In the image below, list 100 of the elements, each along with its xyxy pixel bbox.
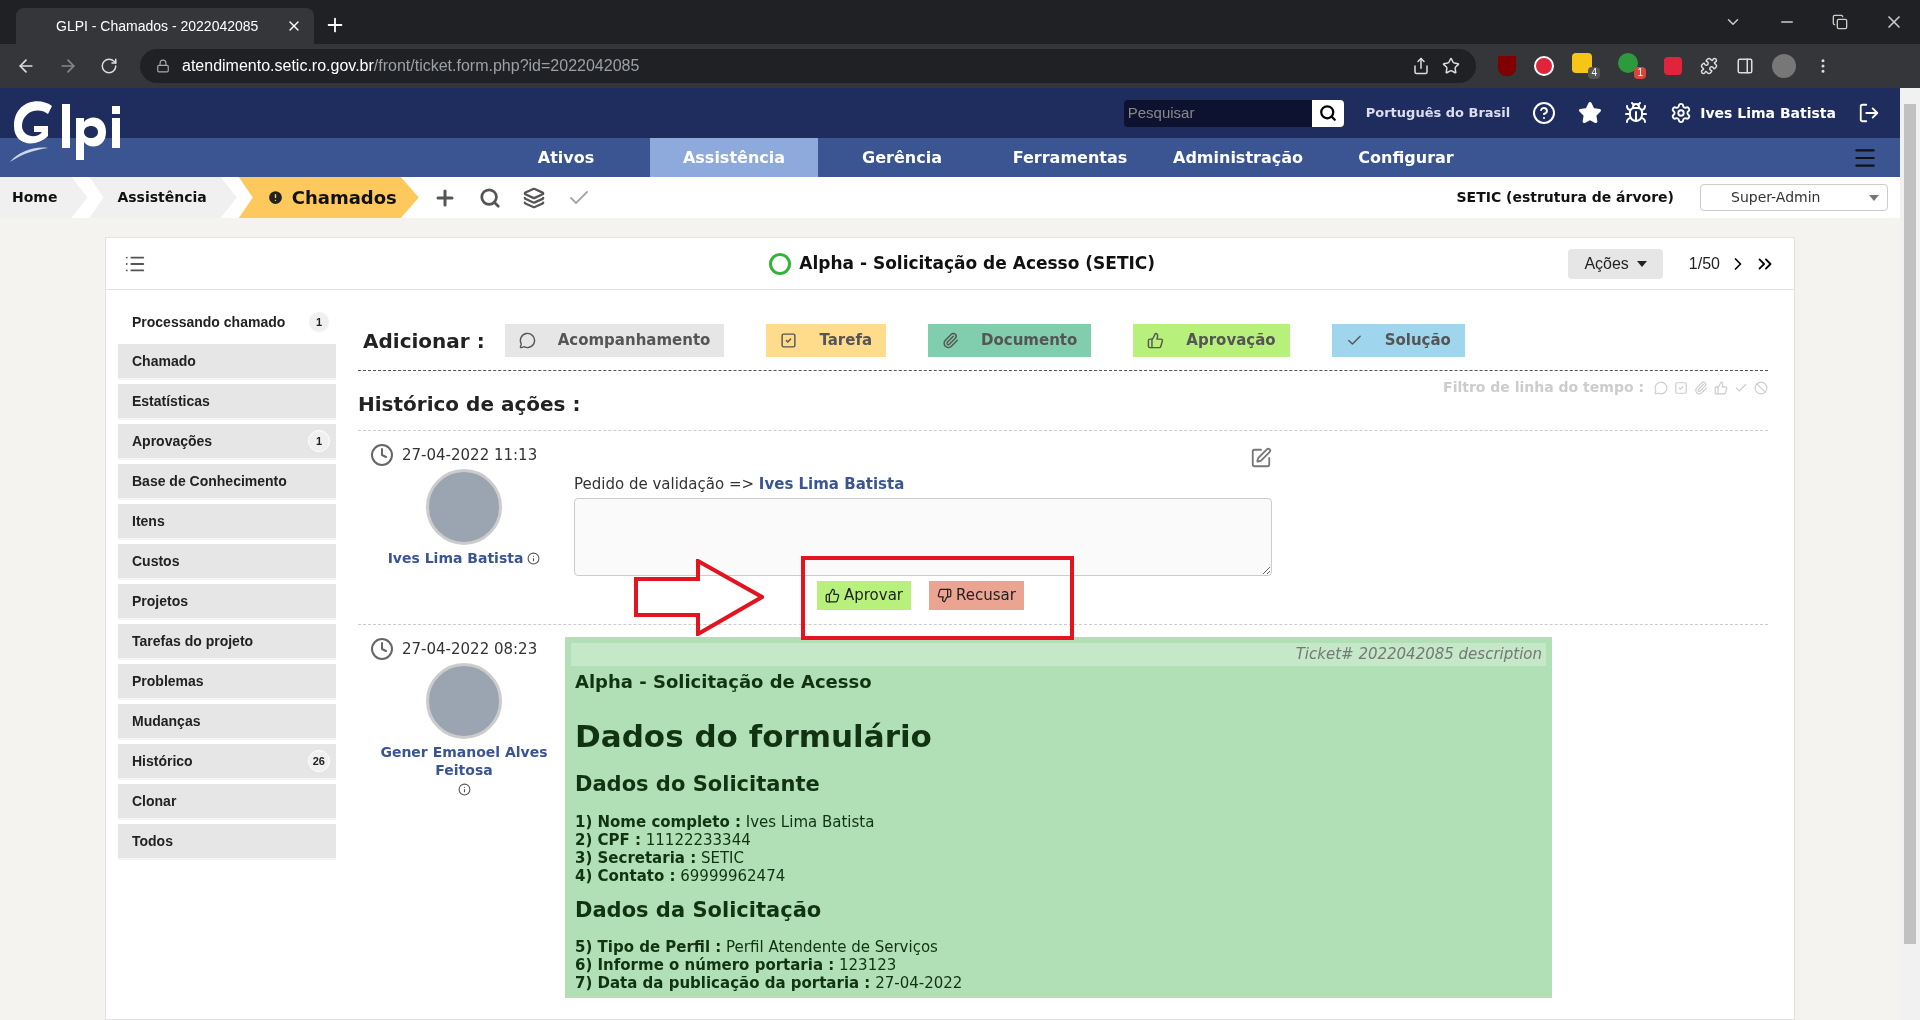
reload-icon[interactable] [100,57,118,75]
comment-field[interactable] [574,497,1272,576]
nav-menu-item[interactable]: Ativos [482,138,650,177]
add-label: Adicionar : [363,327,485,355]
entry-date: 27-04-2022 08:23 [402,638,538,660]
bug-icon[interactable] [1624,101,1649,125]
sidebar-tab[interactable]: Chamado [118,344,336,380]
sidebar-tab-label: Problemas [132,671,204,691]
info-icon [457,783,471,796]
sidebar-tab[interactable]: Estatísticas [118,384,336,420]
extensions-icon[interactable] [1700,57,1718,75]
thumbs-up-icon [825,587,840,603]
extension-badge: 1 [1634,67,1646,79]
add-item-button[interactable]: Aprovação [1133,324,1290,357]
sidebar-tab-label: Custos [132,551,180,571]
help-icon[interactable] [1532,101,1557,125]
url-text: atendimento.setic.ro.gov.br/front/ticket.form.php?id=2022042085 [182,56,641,76]
clock-icon [370,443,394,467]
form-field-line: 1) Nome completo : Ives Lima Batista [575,812,876,831]
alert-icon [266,189,284,206]
count-badge: 1 [308,430,330,452]
breadcrumb-link[interactable]: Home [0,177,88,218]
sidebar-tab[interactable]: Clonar [118,784,336,820]
restore-icon[interactable] [1832,14,1848,30]
form-field-line: 6) Informe o número portaria : 123123 [575,956,898,974]
extension-badge: 4 [1588,67,1600,79]
count-badge: 26 [307,750,330,772]
edit-icon[interactable] [1250,447,1272,469]
form-field-line: 2) CPF : 11122233344 [575,830,752,849]
breadcrumb-current[interactable]: Chamados [238,177,419,218]
form-field-line: 7) Data da publicação da portaria : 27-04-2022 [575,974,964,992]
sidebar-tab-label: Tarefas do projeto [132,631,254,651]
add-item-button[interactable]: Tarefa [766,324,887,357]
sidebar-tab[interactable]: Aprovações 1 [118,424,336,460]
approve-button[interactable]: Aprovar [817,580,912,610]
search-icon[interactable] [1318,104,1337,122]
add-item-button[interactable]: Solução [1331,324,1465,357]
entity-label: SETIC (estrutura de árvore) [1456,188,1674,207]
form-heading: Dados do formulário [575,716,933,756]
sidebar-tab[interactable]: Tarefas do projeto [118,624,336,660]
add-item-button[interactable]: Acompanhamento [504,324,725,357]
settings-icon[interactable] [1670,102,1693,124]
share-icon[interactable] [1412,57,1430,75]
sidebar-tab[interactable]: Mudanças [118,704,336,740]
nav-menu-item[interactable]: Administração [1154,138,1322,177]
add-item-button[interactable]: Documento [928,324,1092,357]
ticket-title: Alpha - Solicitação de Acesso (SETIC) [799,251,1156,275]
profile-avatar[interactable] [1772,54,1796,78]
favorite-star-icon[interactable] [1578,101,1603,125]
sidebar-tab[interactable]: Histórico 26 [118,744,336,780]
breadcrumb-link[interactable]: Assistência [89,177,237,218]
sidebar-tab[interactable]: Problemas [118,664,336,700]
sidebar-tab-label: Histórico [132,751,193,771]
sidebar-tab-label: Mudanças [132,711,201,731]
paperclip-icon [942,332,960,349]
clock-icon [370,637,394,661]
nav-menu-item[interactable]: Configurar [1322,138,1490,177]
nav-menu-item[interactable]: Ferramentas [986,138,1154,177]
language-link[interactable]: Português do Brasil [1365,103,1511,123]
entry-date: 27-04-2022 11:13 [402,444,538,466]
form-field-line: 5) Tipo de Perfil : Perfil Atendente de Serviços [575,938,939,956]
validation-text: Pedido de validação => Ives Lima Batista [574,474,906,495]
sidebar-tab[interactable]: Base de Conhecimento [118,464,336,500]
extension-icon[interactable] [1618,53,1638,73]
user-link[interactable]: Ives Lima Batista [758,475,905,493]
nav-menu-item[interactable]: Gerência [818,138,986,177]
side-panel-icon[interactable] [1736,57,1754,75]
sidebar-tab[interactable]: Projetos [118,584,336,620]
sidebar-tab-label: Estatísticas [132,391,210,411]
sidebar-tab[interactable]: Todos [118,824,336,860]
history-title: Histórico de ações : [358,391,581,418]
refuse-button[interactable]: Recusar [929,580,1024,610]
form-field-line: 3) Secretaria : SETIC [575,848,745,867]
sidebar-tab-label: Projetos [132,591,188,611]
sidebar-tab-label: Processando chamado [132,312,286,332]
sidebar-tab[interactable]: Itens [118,504,336,540]
profile-select[interactable]: Super-Admin [1700,184,1888,211]
search-icon[interactable] [478,186,501,209]
sidebar-tab-label: Todos [132,831,173,851]
info-icon [527,551,541,565]
actions-button[interactable]: Ações [1568,248,1663,279]
form-field-line: 4) Contato : 69999962474 [575,866,787,885]
author-link[interactable]: Ives Lima Batista [387,549,524,567]
bookmark-star-icon[interactable] [1442,57,1460,75]
section-heading: Dados do Solicitante [575,771,821,798]
checkbox-icon [780,332,798,349]
browser-tab[interactable]: GLPI - Chamados - 2022042085 [16,8,314,44]
extension-icon[interactable] [1572,53,1592,73]
sidebar-tab[interactable]: Custos [118,544,336,580]
thumbs-down-icon [937,587,953,603]
user-name-link[interactable]: Ives Lima Batista [1700,102,1836,124]
sidebar-tab-label: Base de Conhecimento [132,471,287,491]
ticket-tag: Ticket# 2022042085 description [571,643,1546,666]
pager-text: 1/50 [1688,253,1720,274]
sidebar-tab-label: Aprovações [132,431,213,451]
logout-icon[interactable] [1858,102,1880,124]
author-link[interactable]: Gener Emanoel Alves Feitosa [366,743,562,779]
layers-icon[interactable] [522,186,545,209]
address-bar[interactable]: atendimento.setic.ro.gov.br/front/ticket.form.php?id=2022042085 [140,49,1476,83]
thumbs-up-icon [1147,332,1165,349]
